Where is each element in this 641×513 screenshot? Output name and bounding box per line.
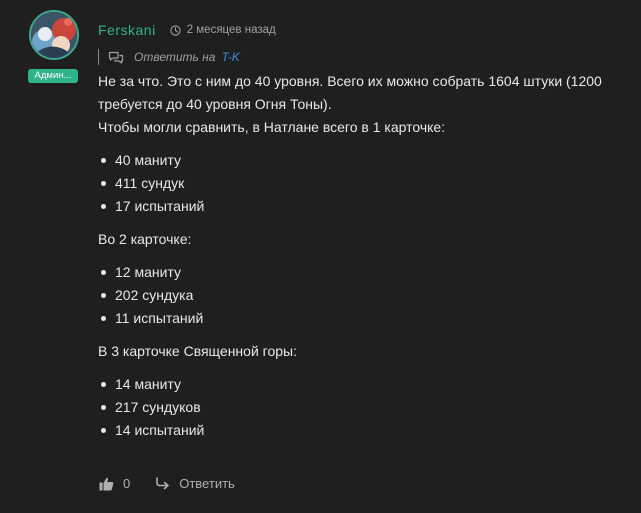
like-button[interactable]: 0 — [99, 476, 130, 491]
chat-bubbles-icon — [108, 51, 124, 64]
list-item: 202 сундука — [98, 284, 628, 307]
reply-button[interactable]: Ответить — [156, 476, 235, 491]
timestamp: 2 месяцев назад — [170, 24, 276, 36]
like-count: 0 — [123, 476, 131, 491]
avatar-image — [31, 12, 77, 58]
paragraph-1: Не за что. Это с ним до 40 уровня. Всего… — [98, 73, 602, 112]
role-badge: Админ... — [28, 69, 78, 83]
comment-body: Не за что. Это с ним до 40 уровня. Всего… — [98, 70, 628, 442]
list-card-3: 14 маниту 217 сундуков 14 испытаний — [98, 373, 628, 442]
list-item: 17 испытаний — [98, 195, 628, 218]
list-item: 411 сундук — [98, 172, 628, 195]
comment-actions: 0 Ответить — [99, 476, 235, 491]
list-item: 14 маниту — [98, 373, 628, 396]
clock-icon — [170, 24, 181, 36]
thumbs-up-icon — [99, 477, 114, 490]
list-item: 14 испытаний — [98, 419, 628, 442]
reply-arrow-icon — [156, 477, 170, 490]
list-item: 40 маниту — [98, 149, 628, 172]
list-item: 12 маниту — [98, 261, 628, 284]
reply-to-line: Ответить на T-K — [98, 49, 240, 65]
comment-card: Админ... Ferskani 2 месяцев назад Ответи… — [0, 0, 641, 513]
reply-target-link[interactable]: T-K — [221, 50, 239, 64]
section-3-title: В 3 карточке Священной горы: — [98, 343, 297, 359]
section-2-title: Во 2 карточке: — [98, 231, 192, 247]
list-item: 217 сундуков — [98, 396, 628, 419]
author-name[interactable]: Ferskani — [98, 22, 156, 38]
time-ago-text: 2 месяцев назад — [186, 24, 276, 36]
reply-divider — [98, 49, 99, 65]
avatar-column: Админ... — [28, 10, 79, 83]
avatar[interactable] — [29, 10, 79, 60]
comment-header: Ferskani 2 месяцев назад — [98, 21, 276, 39]
list-card-1: 40 маниту 411 сундук 17 испытаний — [98, 149, 628, 218]
list-item: 11 испытаний — [98, 307, 628, 330]
paragraph-2: Чтобы могли сравнить, в Натлане всего в … — [98, 119, 446, 135]
reply-button-label: Ответить — [179, 476, 235, 491]
reply-to-label: Ответить на — [134, 50, 216, 64]
list-card-2: 12 маниту 202 сундука 11 испытаний — [98, 261, 628, 330]
